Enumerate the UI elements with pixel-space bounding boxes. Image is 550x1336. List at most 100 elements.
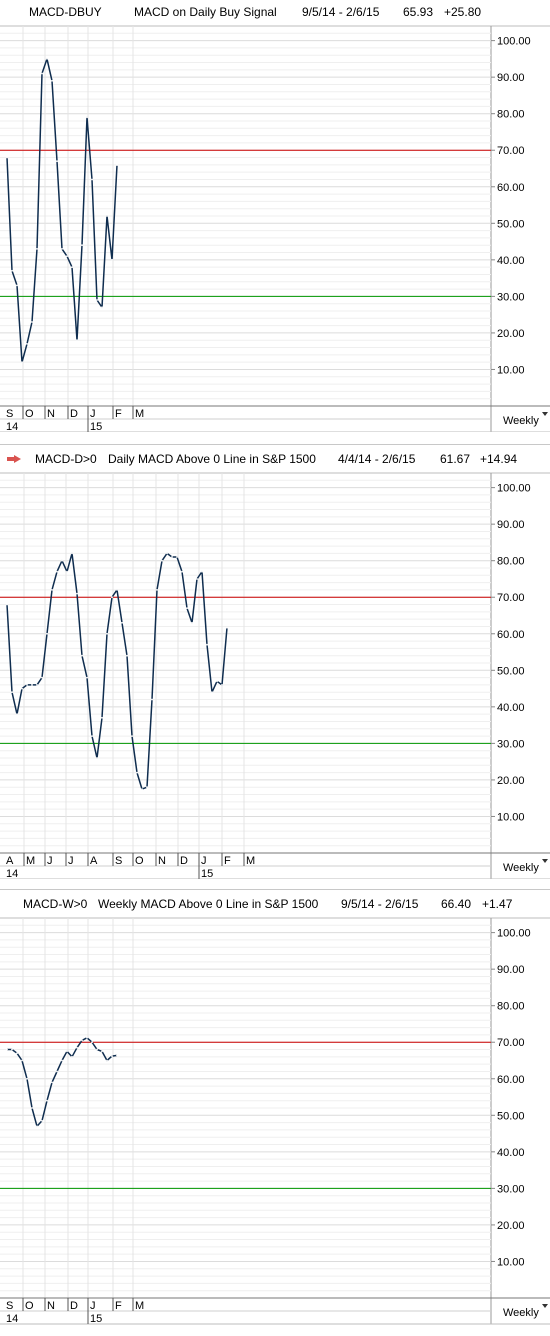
y-tick-label: 70.00 <box>497 592 525 604</box>
data-point <box>121 621 123 624</box>
x-month-label: D <box>70 408 78 420</box>
x-month-label: A <box>90 855 98 867</box>
y-tick-label: 10.00 <box>497 1256 525 1268</box>
data-point <box>41 72 43 75</box>
panel-divider <box>0 889 550 890</box>
y-tick-label: 80.00 <box>497 109 525 121</box>
data-point <box>86 676 88 679</box>
chart-svg: 100.00 90.00 80.00 70.00 60.00 50.00 40.00 30.0… <box>0 472 550 879</box>
frequency-select: Weekly <box>503 1307 539 1319</box>
data-point <box>21 1059 23 1062</box>
x-month-label: J <box>68 855 74 867</box>
data-point <box>11 269 13 272</box>
x-month-label: A <box>6 855 14 867</box>
x-year-label: 14 <box>6 1313 18 1325</box>
y-tick-label: 90.00 <box>497 964 525 976</box>
x-year-label: 15 <box>90 1313 102 1325</box>
data-point <box>21 361 23 364</box>
x-month-label: O <box>25 408 34 420</box>
y-tick-label: 30.00 <box>497 738 525 750</box>
data-point <box>116 589 118 591</box>
data-point <box>156 589 158 591</box>
panel-divider <box>0 444 550 445</box>
y-tick-label: 80.00 <box>497 556 525 568</box>
data-point <box>76 339 78 342</box>
data-point <box>61 1059 63 1062</box>
data-point <box>6 603 8 606</box>
x-year-label: 15 <box>201 868 213 879</box>
data-point <box>176 556 178 558</box>
data-point <box>206 643 208 646</box>
chart-panel-macd-dbuy: MACD-DBUY MACD on Daily Buy Signal 9/5/1… <box>0 0 550 432</box>
data-point <box>91 735 93 737</box>
data-point <box>86 116 88 119</box>
data-point <box>86 1036 88 1039</box>
data-point <box>101 716 103 719</box>
data-point <box>71 552 73 555</box>
data-point <box>46 58 48 60</box>
y-tick-label: 30.00 <box>497 1183 525 1195</box>
chevron-down-icon <box>542 1304 548 1308</box>
y-tick-label: 80.00 <box>497 1001 525 1013</box>
x-year-label: 15 <box>90 421 102 432</box>
chart-svg: 100.00 90.00 80.00 70.00 60.00 50.00 40.00 30.0… <box>0 917 550 1325</box>
data-point <box>26 1077 28 1080</box>
x-month-label: J <box>47 855 53 867</box>
y-tick-label: 40.00 <box>497 1147 525 1159</box>
data-point <box>56 160 58 163</box>
data-point <box>81 1039 83 1042</box>
x-month-label: D <box>180 855 188 867</box>
data-point <box>66 1050 68 1053</box>
data-point <box>6 1048 8 1051</box>
y-tick-label: 20.00 <box>497 775 525 787</box>
data-point <box>141 788 143 790</box>
data-point <box>131 735 133 737</box>
y-tick-label: 90.00 <box>497 519 525 531</box>
x-month-label: N <box>47 1300 55 1312</box>
data-point <box>26 343 28 345</box>
data-point <box>71 266 73 269</box>
x-month-label: M <box>135 408 144 420</box>
data-point <box>51 79 53 82</box>
data-point <box>51 589 53 591</box>
x-month-label: O <box>25 1300 34 1312</box>
data-point <box>6 156 8 159</box>
x-month-label: S <box>115 855 122 867</box>
data-point <box>151 698 153 701</box>
data-point <box>11 691 13 694</box>
x-month-label: O <box>135 855 144 867</box>
y-tick-label: 100.00 <box>497 36 531 48</box>
data-point <box>46 632 48 635</box>
data-point <box>56 1070 58 1073</box>
y-tick-label: 40.00 <box>497 255 525 267</box>
data-point <box>106 1059 108 1062</box>
x-month-label: J <box>90 1300 96 1312</box>
data-point <box>51 1081 53 1084</box>
y-tick-label: 60.00 <box>497 629 525 641</box>
data-point <box>66 255 68 258</box>
data-point <box>61 559 63 562</box>
data-point <box>21 687 23 690</box>
chart-panel-macd-w: MACD-W>0 Weekly MACD Above 0 Line in S&P… <box>0 892 550 1336</box>
data-point <box>41 1119 43 1122</box>
y-tick-label: 50.00 <box>497 665 525 677</box>
data-point <box>136 771 138 774</box>
frequency-select: Weekly <box>503 862 539 874</box>
data-point <box>81 654 83 657</box>
y-tick-label: 100.00 <box>497 928 531 940</box>
data-point <box>46 1099 48 1102</box>
data-point <box>111 1055 113 1057</box>
x-month-label: F <box>115 1300 122 1312</box>
data-point <box>111 258 113 261</box>
data-point <box>221 684 223 686</box>
data-point <box>16 1052 18 1055</box>
x-month-label: M <box>26 855 35 867</box>
x-month-label: M <box>135 1300 144 1312</box>
x-month-label: J <box>201 855 207 867</box>
y-tick-label: 50.00 <box>497 218 525 230</box>
x-month-label: D <box>70 1300 78 1312</box>
x-month-label: F <box>224 855 231 867</box>
data-point <box>211 691 213 694</box>
data-point <box>96 1048 98 1051</box>
data-point <box>16 713 18 716</box>
